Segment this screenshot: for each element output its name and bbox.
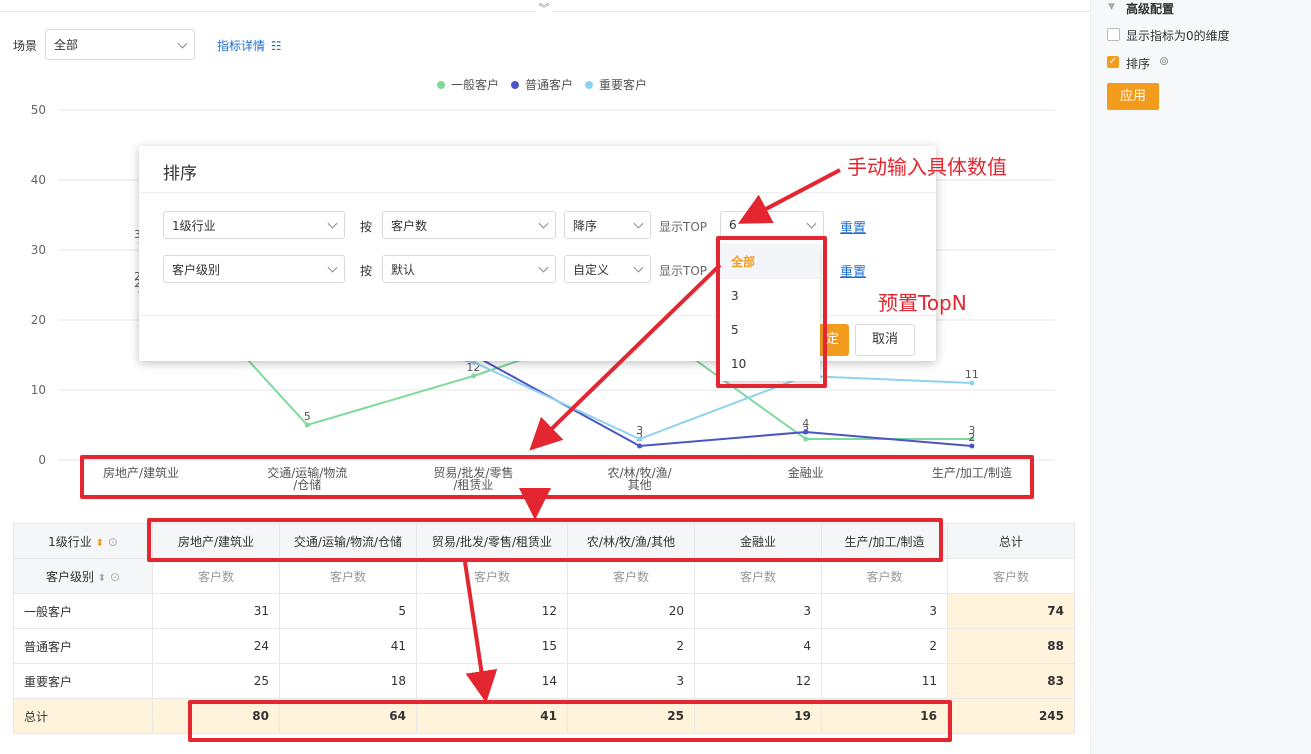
advanced-config-panel: ▼ 高级配置 显示指标为0的维度 ✓ 排序 ⊚ 应用 bbox=[1090, 0, 1311, 754]
arrow-to-totals bbox=[463, 561, 498, 703]
collapse-triangle-icon[interactable]: ▼ bbox=[1108, 2, 1115, 12]
panel-title: 高级配置 bbox=[1126, 2, 1175, 16]
apply-button[interactable]: 应用 bbox=[1107, 83, 1159, 110]
arrow-to-topn-input bbox=[737, 168, 841, 224]
show-zero-checkbox[interactable] bbox=[1107, 28, 1120, 41]
arrow-to-axis bbox=[529, 263, 722, 451]
sort-label: 排序 bbox=[1126, 57, 1151, 71]
sort-checkbox[interactable]: ✓ bbox=[1107, 56, 1119, 68]
settings-icon[interactable]: ⊚ bbox=[1159, 54, 1169, 68]
show-zero-label: 显示指标为0的维度 bbox=[1126, 29, 1230, 43]
annotation-arrows bbox=[463, 168, 841, 703]
